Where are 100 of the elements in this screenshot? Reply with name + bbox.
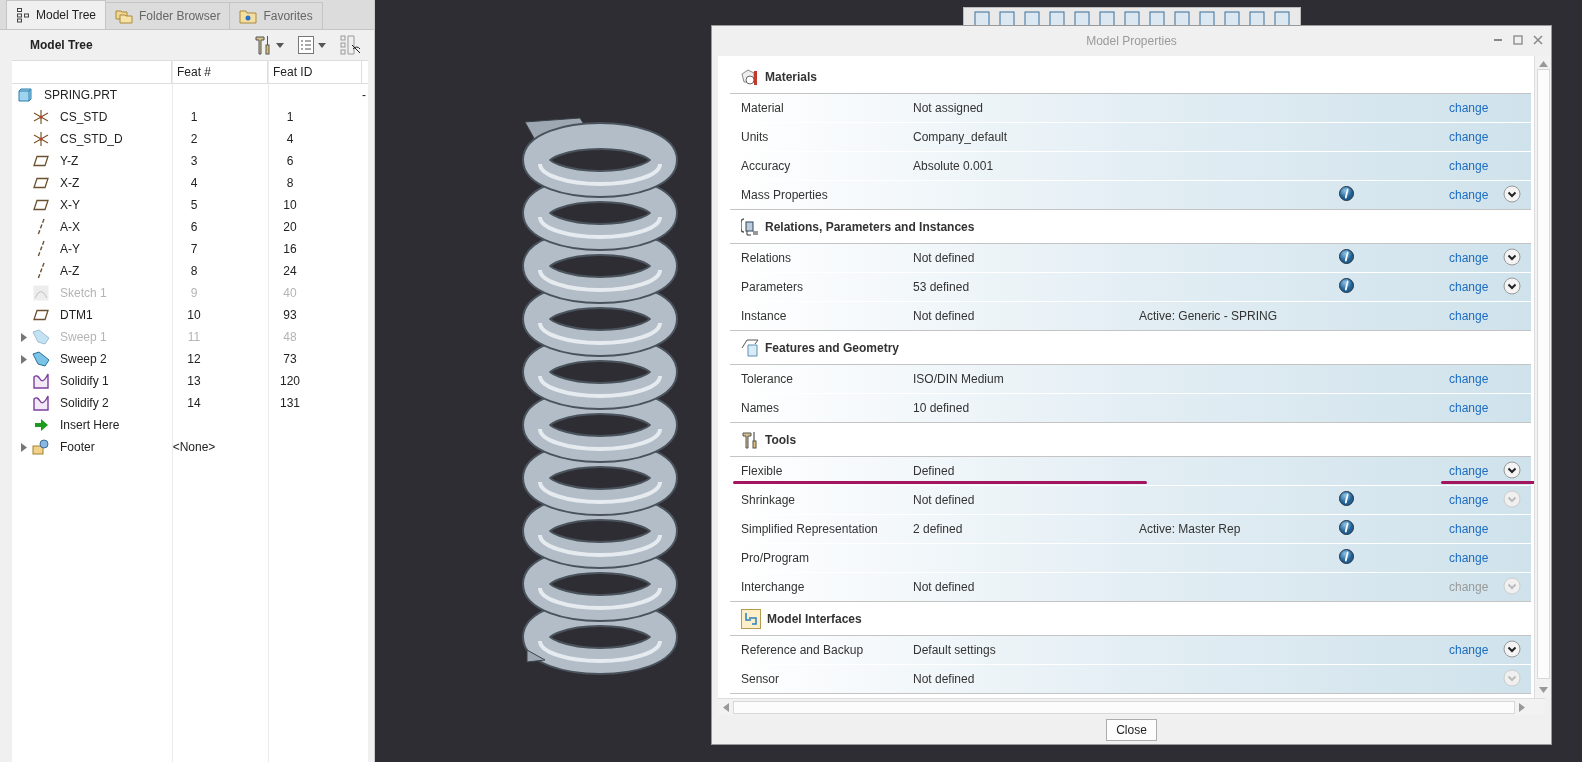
expand-chevron-icon[interactable] <box>1503 639 1521 658</box>
change-link[interactable]: change <box>1449 280 1489 294</box>
change-link[interactable]: change <box>1449 464 1489 478</box>
close-icon[interactable] <box>1533 35 1543 45</box>
column-header[interactable]: Feat # <box>177 65 212 79</box>
panel-tab[interactable]: Favorites <box>229 2 323 29</box>
change-link[interactable]: change <box>1449 101 1489 115</box>
expand-chevron-icon[interactable] <box>1503 247 1521 266</box>
tree-item-label[interactable]: CS_STD <box>60 110 108 124</box>
expand-arrow-icon[interactable] <box>20 354 28 364</box>
info-icon[interactable] <box>1339 249 1354 264</box>
feat-number: 7 <box>189 242 199 256</box>
feat-id: 40 <box>282 286 298 300</box>
scroll-down-icon[interactable] <box>1538 687 1548 693</box>
list-icon[interactable] <box>298 36 314 54</box>
info-icon[interactable] <box>1339 491 1354 506</box>
change-link[interactable]: change <box>1449 643 1489 657</box>
tree-item-label[interactable]: A-Y <box>60 242 80 256</box>
tree-item-label[interactable]: CS_STD_D <box>60 132 123 146</box>
tree-item-label[interactable]: Solidify 2 <box>60 396 109 410</box>
column-settings-icon[interactable] <box>340 35 362 55</box>
info-icon[interactable] <box>1339 520 1354 535</box>
tools-icon[interactable] <box>254 35 272 55</box>
axis-icon <box>36 218 46 236</box>
folder-star-icon <box>239 8 258 24</box>
sweep-icon <box>32 351 50 367</box>
change-link[interactable]: change <box>1449 309 1489 323</box>
change-link[interactable]: change <box>1449 551 1489 565</box>
tree-item-label[interactable]: Insert Here <box>60 418 120 432</box>
property-label: Instance <box>741 309 787 323</box>
expand-arrow-icon[interactable] <box>20 442 28 452</box>
tree-item-label[interactable]: Sweep 2 <box>60 352 107 366</box>
feat-number: 12 <box>186 352 202 366</box>
section-title: Tools <box>765 432 797 447</box>
scroll-up-icon[interactable] <box>1538 61 1548 67</box>
scroll-thumb[interactable] <box>733 700 1515 714</box>
close-button[interactable]: Close <box>1106 718 1157 741</box>
scroll-right-icon[interactable] <box>1519 702 1525 712</box>
tree-item-label[interactable]: X-Z <box>60 176 80 190</box>
change-link[interactable]: change <box>1449 159 1489 173</box>
active-note: Active: Generic - SPRING <box>1139 309 1278 323</box>
change-link[interactable]: change <box>1449 130 1489 144</box>
tree-item-label[interactable]: A-Z <box>60 264 80 278</box>
feat-number: 6 <box>189 220 199 234</box>
tree-item-label[interactable]: Footer <box>60 440 95 454</box>
folders-icon <box>115 8 134 24</box>
feat-id: 4 <box>285 132 295 146</box>
feat-id: 1 <box>285 110 295 124</box>
column-header[interactable]: Feat ID <box>273 65 313 79</box>
tree-item-label[interactable]: X-Y <box>60 198 80 212</box>
caret-icon[interactable] <box>276 42 284 48</box>
property-label: Simplified Representation <box>741 522 878 536</box>
change-link[interactable]: change <box>1449 493 1489 507</box>
feat-number: 9 <box>189 286 199 300</box>
property-value: 2 defined <box>913 522 963 536</box>
change-link[interactable]: change <box>1449 372 1489 386</box>
section-title: Materials <box>765 69 818 84</box>
feat-id: 6 <box>285 154 295 168</box>
change-link[interactable]: change <box>1449 401 1489 415</box>
property-value: Not defined <box>913 309 975 323</box>
feat-id: 93 <box>282 308 298 322</box>
feat-number: 13 <box>186 374 202 388</box>
tree-item-label[interactable]: SPRING.PRT <box>44 88 118 102</box>
expand-chevron-icon[interactable] <box>1503 184 1521 203</box>
tree-item-label[interactable]: A-X <box>60 220 80 234</box>
property-value: 10 defined <box>913 401 970 415</box>
scroll-left-icon[interactable] <box>723 702 729 712</box>
scroll-thumb[interactable] <box>1536 69 1550 679</box>
expand-chevron-icon[interactable] <box>1503 276 1521 295</box>
property-value: ISO/DIN Medium <box>913 372 1004 386</box>
section-title: Relations, Parameters and Instances <box>765 219 975 234</box>
feat-number: 3 <box>189 154 199 168</box>
feat-number: 1 <box>189 110 199 124</box>
coordinate-system-icon <box>32 109 50 125</box>
property-label: Tolerance <box>741 372 794 386</box>
feat-id: 48 <box>282 330 298 344</box>
arrow-icon <box>34 419 48 431</box>
property-label: Names <box>741 401 779 415</box>
change-link[interactable]: change <box>1449 522 1489 536</box>
interfaces-icon <box>741 608 761 629</box>
panel-tab[interactable]: Model Tree <box>6 0 107 29</box>
change-link[interactable]: change <box>1449 188 1489 202</box>
property-label: Material <box>741 101 784 115</box>
info-icon[interactable] <box>1339 278 1354 293</box>
coordinate-system-icon <box>32 131 50 147</box>
property-value: Defined <box>913 464 955 478</box>
plane-icon <box>33 177 49 189</box>
caret-icon[interactable] <box>318 42 326 48</box>
tree-item-label[interactable]: DTM1 <box>60 308 93 322</box>
maximize-icon[interactable] <box>1513 35 1523 45</box>
tree-item-label[interactable]: Solidify 1 <box>60 374 109 388</box>
change-link[interactable]: change <box>1449 251 1489 265</box>
feat-id: 73 <box>282 352 298 366</box>
info-icon[interactable] <box>1339 549 1354 564</box>
tree-item-label[interactable]: Y-Z <box>60 154 79 168</box>
info-icon[interactable] <box>1339 186 1354 201</box>
expand-chevron-icon[interactable] <box>1503 460 1521 479</box>
tools-icon <box>741 430 759 449</box>
plane-icon <box>33 309 49 321</box>
solidify-icon <box>33 373 49 389</box>
